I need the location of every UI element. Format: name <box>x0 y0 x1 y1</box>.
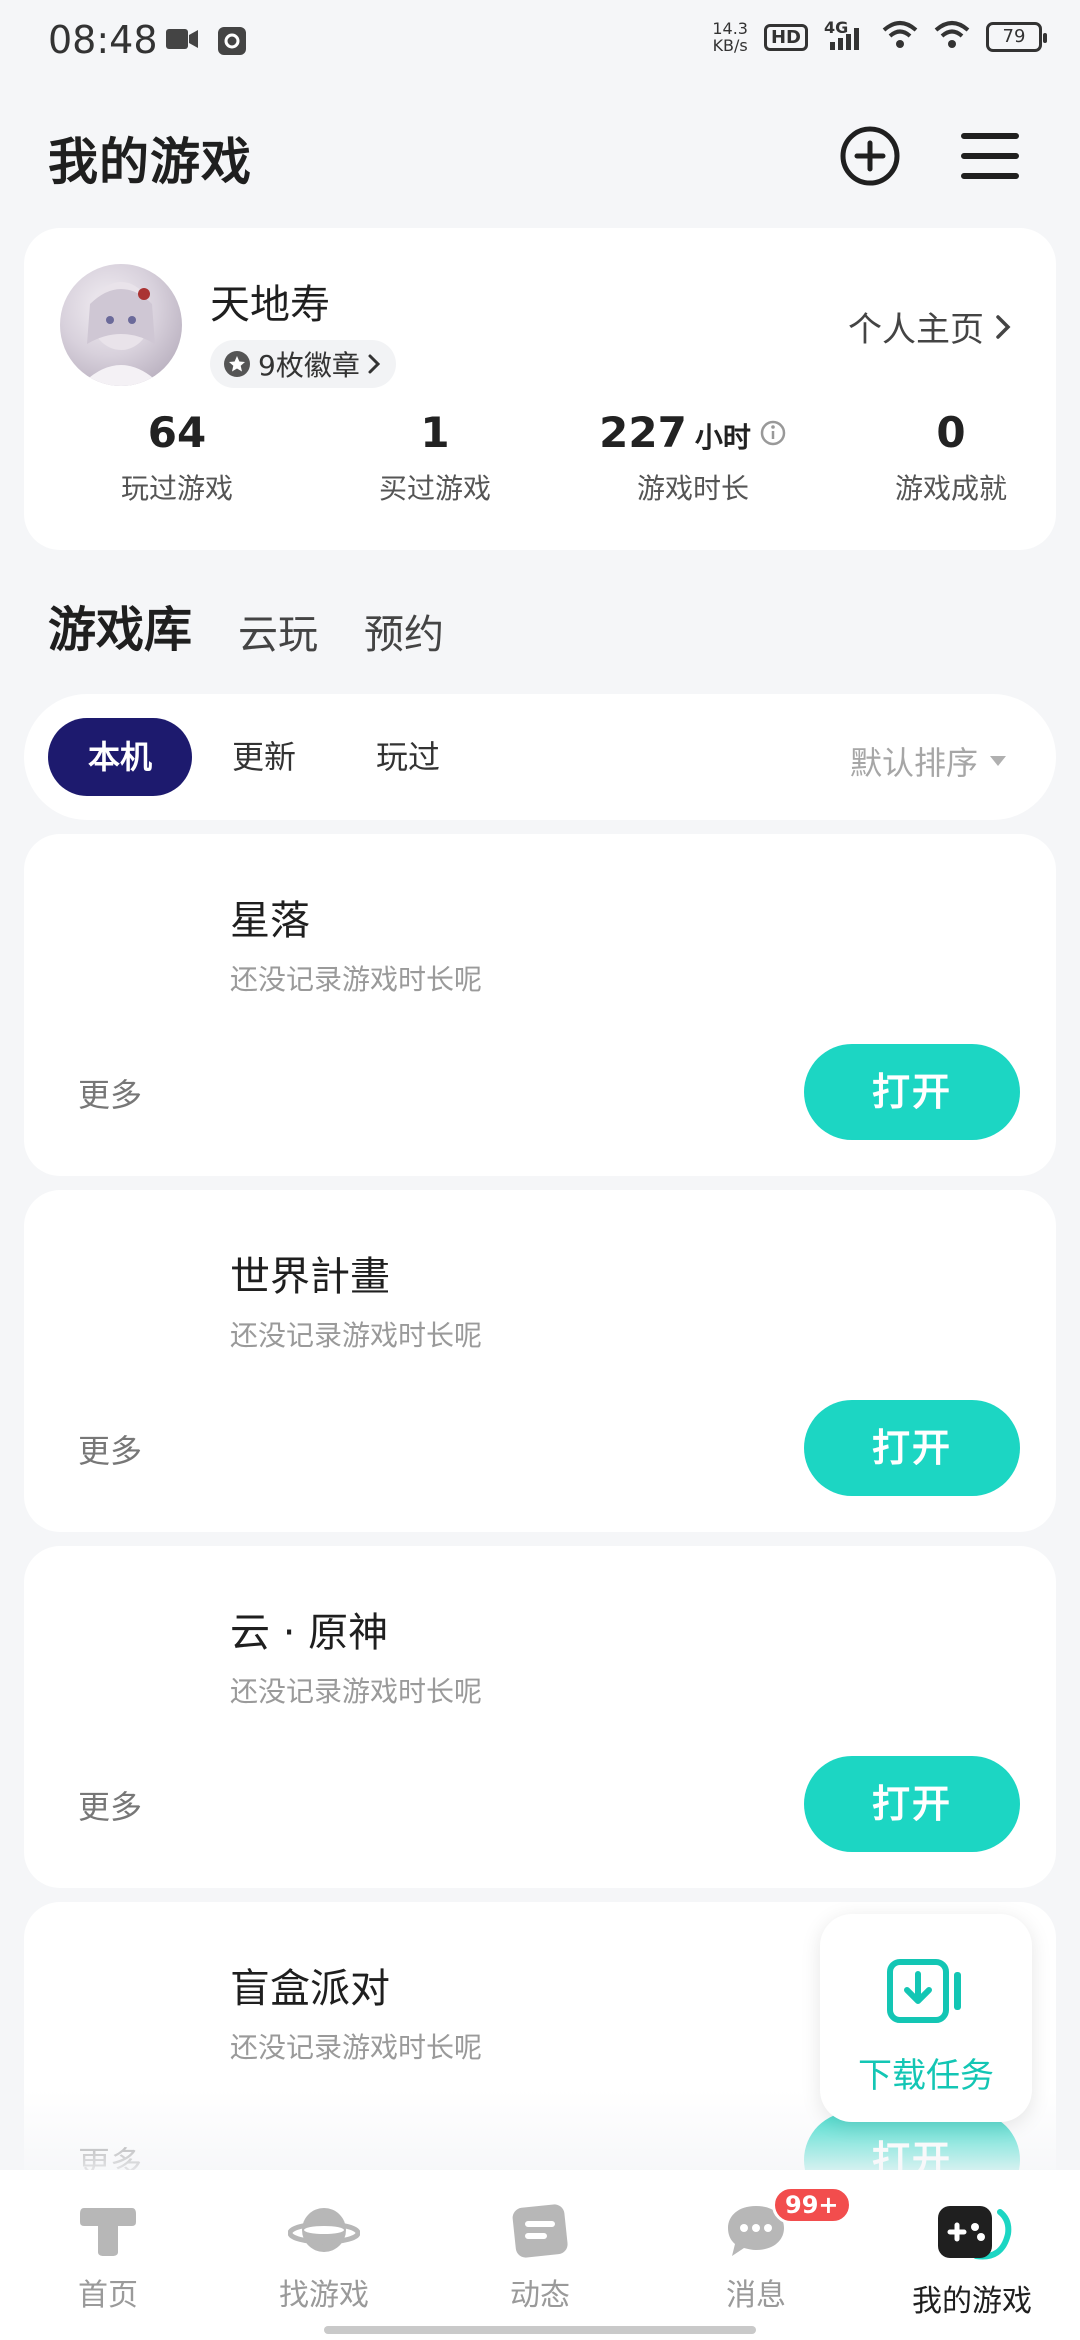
game-card[interactable]: 世界計畫 还没记录游戏时长呢 更多 打开 <box>24 1190 1056 1532</box>
sort-label: 默认排序 <box>849 744 978 782</box>
open-button[interactable]: 打开 <box>804 1756 1020 1852</box>
more-button[interactable]: 更多 <box>78 1426 142 1472</box>
status-left-icons <box>165 26 247 60</box>
feed-icon <box>512 2204 568 2258</box>
section-tabs: 游戏库 云玩 预约 <box>48 590 444 660</box>
nav-home[interactable]: 首页 <box>0 2200 216 2314</box>
screen-record-icon <box>217 26 247 60</box>
nav-my-games[interactable]: 我的游戏 <box>864 2200 1080 2320</box>
tab-label: 云玩 <box>238 612 319 658</box>
planet-icon <box>288 2208 360 2252</box>
network-speed: 14.3 KB/s <box>712 20 748 54</box>
tab-reservations[interactable]: 预约 <box>364 602 444 660</box>
stat-value: 64 <box>147 408 207 457</box>
wifi-icon-2 <box>934 20 970 54</box>
medal-icon <box>224 351 250 377</box>
nav-label: 消息 <box>726 2278 786 2313</box>
chevron-right-icon <box>368 354 380 374</box>
game-name: 云 · 原神 <box>230 1610 389 1656</box>
wifi-icon <box>882 20 918 54</box>
battery-icon: 79 <box>986 22 1047 52</box>
status-bar: 08:48 14.3 KB/s HD 4G 79 <box>0 0 1080 84</box>
nav-label: 找游戏 <box>279 2278 369 2313</box>
network-speed-value: 14.3 <box>712 19 748 38</box>
nav-feed[interactable]: 动态 <box>432 2200 648 2314</box>
unread-badge: 99+ <box>772 2186 852 2224</box>
info-icon[interactable] <box>759 419 787 447</box>
homepage-label: 个人主页 <box>848 310 984 350</box>
nav-messages[interactable]: 99+ 消息 <box>648 2186 864 2314</box>
filter-chip-updates[interactable]: 更新 <box>192 718 336 796</box>
signal-icon: 4G <box>824 18 866 52</box>
filter-bar: 本机 更新 玩过 默认排序 <box>24 694 1056 820</box>
tab-cloud-play[interactable]: 云玩 <box>238 602 318 660</box>
badges-button[interactable]: 9枚徽章 <box>210 340 396 388</box>
stat-value: 1 <box>420 408 450 457</box>
game-card[interactable]: 云 · 原神 还没记录游戏时长呢 更多 打开 <box>24 1546 1056 1888</box>
menu-button[interactable] <box>958 124 1022 188</box>
tab-game-library[interactable]: 游戏库 <box>48 590 193 660</box>
stat-label: 玩过游戏 <box>120 472 233 505</box>
badges-label: 9枚徽章 <box>258 349 360 382</box>
add-circle-icon <box>840 126 900 186</box>
app-screen: 08:48 14.3 KB/s HD 4G 79 我的游戏 天地寿 9枚徽章 个… <box>0 0 1080 2340</box>
open-button[interactable]: 打开 <box>804 1400 1020 1496</box>
gamepad-icon <box>938 2206 1012 2260</box>
game-card[interactable]: 星落 还没记录游戏时长呢 更多 打开 <box>24 834 1056 1176</box>
more-button[interactable]: 更多 <box>78 1782 142 1828</box>
nav-label: 动态 <box>510 2278 570 2313</box>
download-tasks-label: 下载任务 <box>858 2056 994 2096</box>
tab-label: 预约 <box>364 612 445 658</box>
stat-bought[interactable]: 1 买过游戏 <box>306 408 564 507</box>
profile-card: 天地寿 9枚徽章 个人主页 64 玩过游戏 1 买过游戏 227 小时 游戏时长 <box>24 228 1056 550</box>
game-playtime-note: 还没记录游戏时长呢 <box>230 2031 483 2064</box>
game-name: 世界計畫 <box>230 1254 390 1300</box>
filter-chip-played[interactable]: 玩过 <box>336 718 480 796</box>
game-name: 盲盒派对 <box>230 1966 390 2012</box>
nav-label: 我的游戏 <box>912 2284 1032 2319</box>
hd-icon: HD <box>763 23 808 51</box>
status-time: 08:48 <box>48 18 158 62</box>
game-playtime-note: 还没记录游戏时长呢 <box>230 963 483 996</box>
chevron-right-icon <box>996 314 1011 339</box>
page-title: 我的游戏 <box>48 133 252 191</box>
stat-playtime[interactable]: 227 小时 游戏时长 <box>564 408 822 507</box>
stat-unit: 小时 <box>694 421 751 454</box>
network-speed-unit: KB/s <box>712 36 748 55</box>
nav-find-games[interactable]: 找游戏 <box>216 2200 432 2314</box>
sort-select[interactable]: 默认排序 <box>850 738 1006 784</box>
game-playtime-note: 还没记录游戏时长呢 <box>230 1319 483 1352</box>
stat-label: 游戏时长 <box>636 472 749 505</box>
game-name: 星落 <box>230 898 310 944</box>
open-button[interactable]: 打开 <box>804 1044 1020 1140</box>
download-icon <box>887 1959 961 2023</box>
caret-down-icon <box>990 756 1006 766</box>
filter-chip-local[interactable]: 本机 <box>48 718 192 796</box>
video-camera-icon <box>165 26 199 60</box>
menu-icon <box>961 133 1019 179</box>
avatar[interactable] <box>60 264 182 386</box>
taptap-home-icon <box>80 2208 136 2256</box>
homepage-link[interactable]: 个人主页 <box>848 302 1012 351</box>
nav-label: 首页 <box>78 2278 138 2313</box>
status-right-icons: 14.3 KB/s HD 4G 79 <box>712 18 1047 54</box>
stat-value: 227 <box>599 408 687 457</box>
stat-played[interactable]: 64 玩过游戏 <box>48 408 306 507</box>
username: 天地寿 <box>210 282 330 328</box>
tab-label: 游戏库 <box>48 602 193 658</box>
more-button[interactable]: 更多 <box>78 1070 142 1116</box>
add-game-button[interactable] <box>838 124 902 188</box>
stat-achievements[interactable]: 0 游戏成就 <box>822 408 1080 507</box>
download-tasks-button[interactable]: 下载任务 <box>820 1914 1032 2122</box>
stat-value: 0 <box>936 408 966 457</box>
home-indicator[interactable] <box>324 2326 756 2334</box>
bottom-nav: 首页 找游戏 动态 99+ 消息 我的游戏 <box>0 2170 1080 2340</box>
stat-label: 买过游戏 <box>378 472 491 505</box>
stat-label: 游戏成就 <box>894 472 1007 505</box>
game-playtime-note: 还没记录游戏时长呢 <box>230 1675 483 1708</box>
